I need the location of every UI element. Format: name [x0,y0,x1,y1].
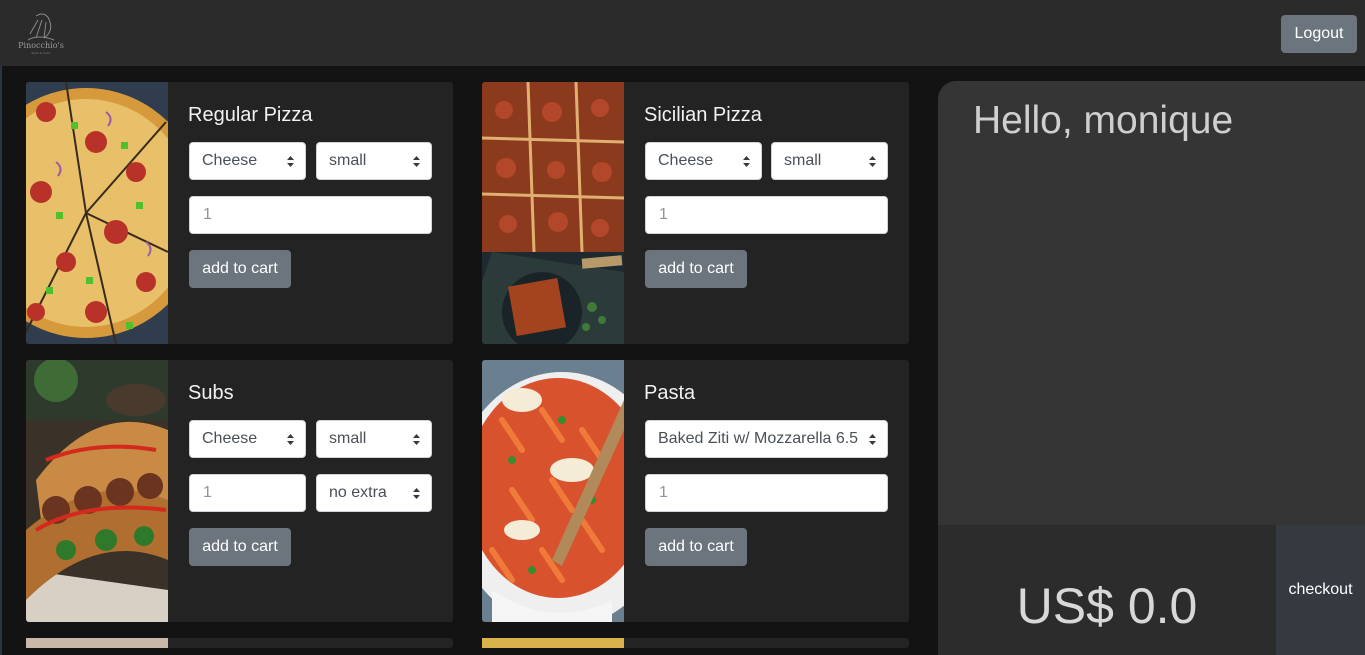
select-caret-icon [413,156,420,167]
pasta-image [482,360,624,622]
topping-select[interactable]: Cheese [189,142,306,180]
item-title: Regular Pizza [188,104,313,126]
topping-select[interactable]: Cheese [189,420,306,458]
quantity-input[interactable]: 1 [645,474,888,512]
checkout-button[interactable]: checkout [1276,525,1365,655]
quantity-input[interactable]: 1 [189,196,432,234]
select-caret-icon [413,434,420,445]
dish-select-value: Baked Ziti w/ Mozzarella 6.5 [658,430,859,447]
menu-card-partial [482,638,909,648]
select-caret-icon [869,156,876,167]
menu-card-partial [26,638,453,648]
select-caret-icon [869,434,876,445]
add-to-cart-button[interactable]: add to cart [645,250,747,288]
select-caret-icon [287,434,294,445]
topping-select-value: Cheese [658,152,714,169]
extra-select-value: no extra [329,484,387,501]
extra-select[interactable]: no extra [316,474,432,512]
logo-subtext: Pizza & Subs [31,51,51,55]
topping-select-value: Cheese [202,430,258,447]
add-to-cart-button[interactable]: add to cart [189,250,291,288]
menu-card-regular-pizza: Regular Pizza Cheese small 1 add to cart [26,82,453,344]
add-to-cart-button[interactable]: add to cart [645,528,747,566]
quantity-input[interactable]: 1 [189,474,306,512]
size-select[interactable]: small [316,420,432,458]
menu-area: Regular Pizza Cheese small 1 add to cart [0,66,930,655]
item-title: Subs [188,382,234,404]
topping-select-value: Cheese [202,152,258,169]
size-select-value: small [784,152,822,169]
size-select-value: small [329,430,367,447]
size-select-value: small [329,152,367,169]
subs-image [26,360,168,622]
select-caret-icon [287,156,294,167]
add-to-cart-button[interactable]: add to cart [189,528,291,566]
top-navbar: Pinocchio's Pizza & Subs Logout [0,0,1365,66]
partial-card-image [482,638,624,648]
regular-pizza-image [26,82,168,344]
user-greeting: Hello, monique [973,99,1234,142]
menu-card-sicilian-pizza: Sicilian Pizza Cheese small 1 add to car… [482,82,909,344]
cart-total-box: US$ 0.0 [938,525,1276,655]
size-select[interactable]: small [771,142,888,180]
item-title: Sicilian Pizza [644,104,762,126]
size-select[interactable]: small [316,142,432,180]
topping-select[interactable]: Cheese [645,142,762,180]
cart-panel: Hello, monique US$ 0.0 checkout [938,81,1365,655]
logout-button[interactable]: Logout [1281,15,1357,53]
sicilian-pizza-image [482,82,624,344]
select-caret-icon [413,488,420,499]
item-title: Pasta [644,382,696,404]
select-caret-icon [743,156,750,167]
logo-text: Pinocchio's [18,41,64,50]
dish-select[interactable]: Baked Ziti w/ Mozzarella 6.5 [645,420,888,458]
partial-card-image [26,638,168,648]
quantity-input[interactable]: 1 [645,196,888,234]
pinocchio-logo[interactable]: Pinocchio's Pizza & Subs [14,10,68,56]
cart-total: US$ 0.0 [1016,578,1198,634]
menu-card-subs: Subs Cheese small 1 no extra add to cart [26,360,453,622]
menu-card-pasta: Pasta Baked Ziti w/ Mozzarella 6.5 1 add… [482,360,909,622]
